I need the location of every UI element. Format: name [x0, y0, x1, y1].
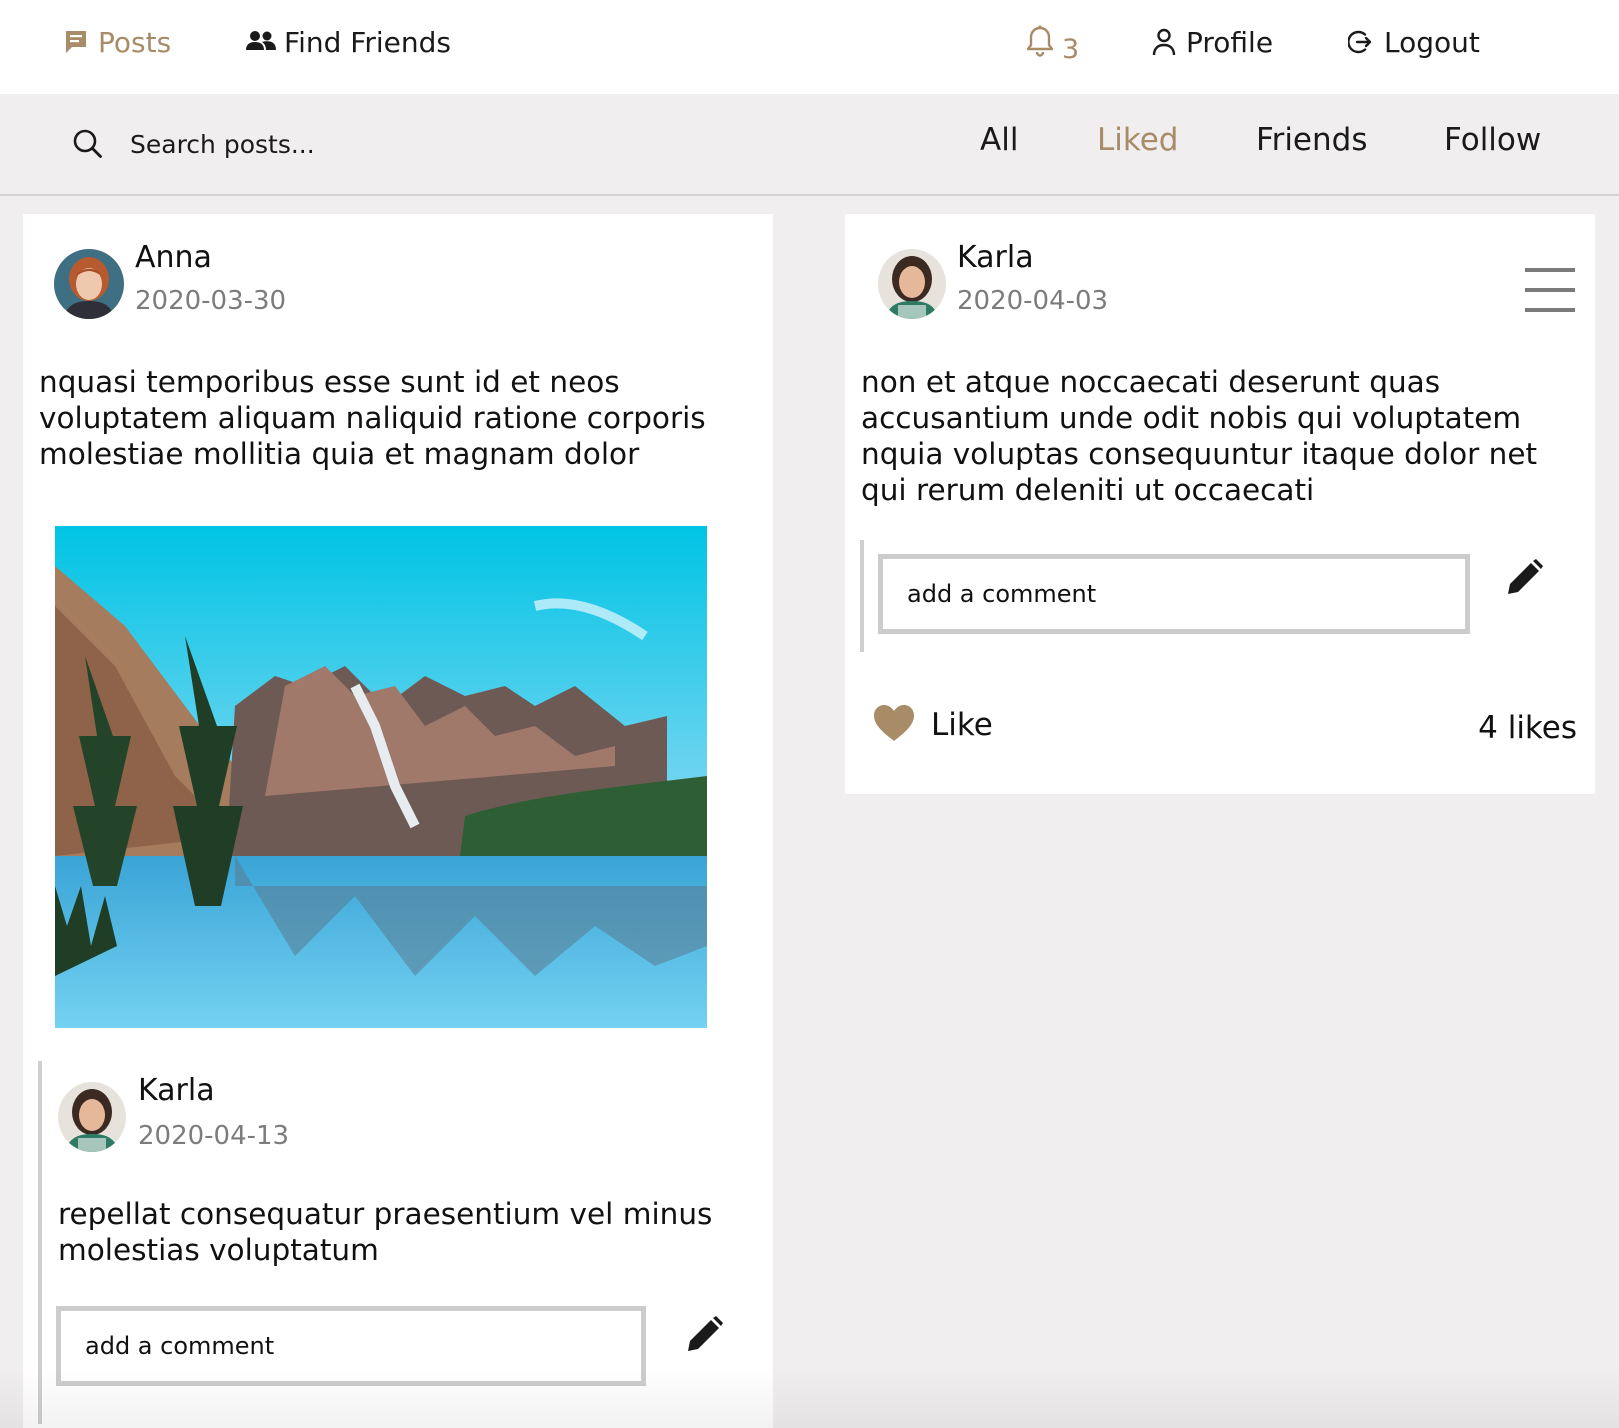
avatar[interactable]	[54, 249, 124, 319]
comment-author[interactable]: Karla	[138, 1073, 215, 1108]
post-date: 2020-03-30	[135, 286, 287, 316]
nav-find-friends-label: Find Friends	[284, 25, 451, 59]
nav-posts[interactable]: Posts	[64, 22, 171, 62]
like-label: Like	[931, 707, 993, 743]
search-icon	[72, 128, 104, 164]
pencil-icon[interactable]	[684, 1315, 724, 1359]
heart-icon	[873, 704, 915, 746]
friends-icon	[246, 30, 276, 54]
avatar[interactable]	[58, 1082, 126, 1152]
notifications-button[interactable]: 3	[1026, 22, 1080, 65]
post-text: nquasi temporibus esse sunt id et neos v…	[39, 365, 706, 471]
top-nav: Posts Find Friends 3 Profile Logout	[0, 0, 1619, 94]
nav-posts-label: Posts	[98, 25, 172, 59]
post-author[interactable]: Anna	[135, 240, 212, 275]
avatar[interactable]	[878, 249, 946, 319]
comment-thread: Karla 2020-04-13 repellat consequatur pr…	[38, 1061, 742, 1424]
profile-icon	[1152, 28, 1176, 56]
filter-bar: All Liked Friends Follow	[0, 94, 1619, 196]
nav-find-friends[interactable]: Find Friends	[246, 22, 451, 62]
tab-all[interactable]: All	[980, 122, 1018, 158]
post-card: Anna 2020-03-30 nquasi temporibus esse s…	[23, 214, 773, 1428]
comment-date: 2020-04-13	[138, 1121, 290, 1151]
post-author[interactable]: Karla	[957, 240, 1034, 275]
nav-profile[interactable]: Profile	[1152, 22, 1273, 62]
pencil-icon[interactable]	[1504, 558, 1544, 602]
search-input[interactable]	[128, 120, 692, 168]
comment-text: repellat consequatur praesentium vel min…	[58, 1197, 713, 1267]
like-button[interactable]: Like	[873, 704, 993, 746]
menu-icon[interactable]	[1525, 268, 1575, 318]
posts-icon	[64, 29, 88, 55]
comment-input[interactable]	[878, 554, 1470, 634]
bell-icon	[1026, 25, 1054, 59]
logout-icon	[1348, 28, 1374, 56]
likes-count: 4 likes	[1478, 710, 1577, 746]
nav-profile-label: Profile	[1186, 25, 1274, 59]
post-text: non et atque noccaecati deserunt quas ac…	[861, 365, 1538, 507]
tab-follow[interactable]: Follow	[1444, 122, 1541, 158]
nav-logout-label: Logout	[1384, 25, 1480, 59]
comment-input[interactable]	[56, 1306, 646, 1386]
post-image	[55, 526, 707, 1028]
tab-friends[interactable]: Friends	[1256, 122, 1367, 158]
post-card: Karla 2020-04-03 non et atque noccaecati…	[845, 214, 1595, 794]
tab-liked[interactable]: Liked	[1097, 122, 1178, 158]
comment-form	[860, 540, 1564, 652]
post-date: 2020-04-03	[957, 286, 1109, 316]
nav-logout[interactable]: Logout	[1348, 22, 1480, 62]
notification-count: 3	[1062, 33, 1080, 65]
